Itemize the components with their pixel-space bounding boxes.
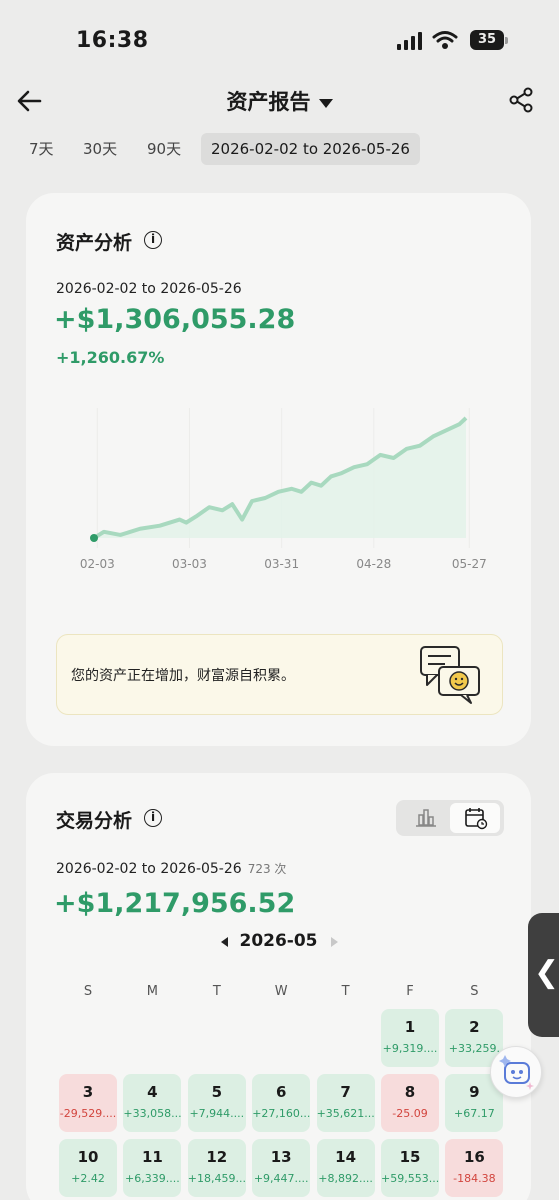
side-panel-handle[interactable]: ❮ <box>528 913 559 1037</box>
trade-date-range: 2026-02-02 to 2026-05-26 723 次 <box>56 860 286 877</box>
notice-text: 您的资产正在增加，财富源自积累。 <box>71 668 295 684</box>
asset-chart: 02-03 03-03 03-31 04-28 05-27 <box>80 408 487 571</box>
status-bar: 16:38 35 <box>0 0 559 80</box>
chevron-left-icon: ❮ <box>534 955 559 990</box>
day-number: 8 <box>404 1083 416 1101</box>
battery-icon: 35 <box>470 30 508 50</box>
calendar-day[interactable]: 8 -25.09 <box>381 1074 439 1132</box>
share-icon[interactable] <box>508 87 534 113</box>
day-pnl: +2.42 <box>71 1172 105 1185</box>
day-pnl: +27,160.... <box>252 1107 311 1120</box>
day-pnl: +9,447.... <box>253 1172 309 1185</box>
day-number: 11 <box>141 1148 163 1166</box>
day-number: 15 <box>399 1148 421 1166</box>
weekday-label: F <box>406 984 414 999</box>
info-icon[interactable]: i <box>144 809 162 827</box>
day-pnl: +18,459.... <box>187 1172 246 1185</box>
day-pnl: +33,058.... <box>123 1107 182 1120</box>
calendar-day[interactable]: 3 -29,529.... <box>59 1074 117 1132</box>
day-pnl: +9,319.... <box>382 1042 438 1055</box>
day-pnl: +59,553.... <box>381 1172 439 1185</box>
chat-bubbles-icon <box>420 646 480 704</box>
calendar-day[interactable]: 6 +27,160.... <box>252 1074 311 1132</box>
day-number: 13 <box>270 1148 292 1166</box>
view-toggle <box>396 800 504 836</box>
calendar-day[interactable]: 11 +6,339.... <box>123 1139 182 1197</box>
day-pnl: +8,892.... <box>318 1172 373 1185</box>
trade-date-range-text: 2026-02-02 to 2026-05-26 <box>56 861 242 877</box>
calendar-day[interactable]: 10 +2.42 <box>59 1139 117 1197</box>
day-number: 3 <box>82 1083 94 1101</box>
weekday-label: T <box>212 984 221 999</box>
weekday-label: S <box>83 984 93 999</box>
day-number: 1 <box>404 1018 416 1036</box>
weekday-label: T <box>341 984 350 999</box>
robot-assistant-icon <box>499 1055 534 1090</box>
assistant-button[interactable] <box>490 1046 542 1098</box>
day-number: 12 <box>206 1148 228 1166</box>
tab-30-days[interactable]: 30天 <box>83 133 117 165</box>
x-tick-label: 03-03 <box>172 557 207 571</box>
x-tick-label: 05-27 <box>452 557 487 571</box>
trade-count: 723 次 <box>247 862 287 876</box>
current-month: 2026-05 <box>239 931 318 951</box>
signal-icon <box>397 32 422 50</box>
calendar-day[interactable]: 5 +7,944.... <box>187 1074 246 1132</box>
day-number: 6 <box>275 1083 287 1101</box>
calendar-view-button[interactable] <box>450 803 500 833</box>
day-number: 10 <box>77 1148 99 1166</box>
day-pnl: +67.17 <box>454 1107 495 1120</box>
range-tabs: 7天 30天 90天 2026-02-02 to 2026-05-26 <box>0 133 559 165</box>
tab-90-days[interactable]: 90天 <box>147 133 181 165</box>
day-number: 5 <box>211 1083 223 1101</box>
calendar-day[interactable]: 7 +35,621.... <box>316 1074 375 1132</box>
trade-analysis-title: 交易分析 <box>56 810 133 832</box>
bar-chart-view-button[interactable] <box>400 803 450 833</box>
calendar-day[interactable]: 16 -184.38 <box>445 1139 504 1197</box>
calendar-day[interactable]: 1 +9,319.... <box>381 1009 439 1067</box>
tab-7-days[interactable]: 7天 <box>29 133 54 165</box>
calendar-day[interactable]: 13 +9,447.... <box>252 1139 311 1197</box>
bar-chart-icon <box>416 809 436 827</box>
weekday-label: S <box>470 984 479 999</box>
day-number: 7 <box>340 1083 351 1101</box>
page-title-dropdown[interactable]: 资产报告 <box>0 86 559 116</box>
status-time: 16:38 <box>76 28 149 53</box>
battery-tip <box>505 37 508 44</box>
calendar-day[interactable]: 14 +8,892.... <box>316 1139 375 1197</box>
day-number: 14 <box>335 1148 357 1166</box>
weekday-label: W <box>274 984 288 999</box>
trade-total: +$1,217,956.52 <box>54 888 296 919</box>
day-number: 4 <box>147 1083 158 1101</box>
asset-analysis-card: 资产分析 i 2026-02-02 to 2026-05-26 +$1,306,… <box>26 193 531 746</box>
day-pnl: -29,529.... <box>59 1107 117 1120</box>
day-pnl: +6,339.... <box>125 1172 180 1185</box>
calendar-day[interactable]: 12 +18,459.... <box>187 1139 246 1197</box>
calendar-day[interactable]: 15 +59,553.... <box>381 1139 439 1197</box>
calendar-day[interactable]: 4 +33,058.... <box>123 1074 182 1132</box>
x-tick-label: 04-28 <box>356 557 391 571</box>
page-title: 资产报告 <box>226 90 311 114</box>
x-tick-label: 02-03 <box>80 557 115 571</box>
calendar-icon <box>465 808 488 830</box>
day-pnl: -184.38 <box>453 1172 496 1185</box>
day-number: 2 <box>469 1018 480 1036</box>
start-point <box>90 534 98 542</box>
wifi-icon <box>432 31 458 49</box>
x-tick-label: 03-31 <box>264 557 299 571</box>
asset-notice: 您的资产正在增加，财富源自积累。 <box>56 634 503 715</box>
dropdown-caret-icon <box>318 98 333 108</box>
tab-custom-range[interactable]: 2026-02-02 to 2026-05-26 <box>201 133 420 165</box>
battery-level: 35 <box>477 32 497 47</box>
day-pnl: -25.09 <box>392 1107 428 1120</box>
trade-analysis-card: 交易分析 i 2026-02-02 to 2026-05-26 723 次 +$… <box>26 773 531 1200</box>
day-number: 16 <box>463 1148 485 1166</box>
weekday-label: M <box>146 984 158 999</box>
day-pnl: +35,621.... <box>316 1107 375 1120</box>
area-fill <box>94 418 466 538</box>
day-pnl: +7,944.... <box>189 1107 245 1120</box>
asset-report-screen: 16:38 35 资产报告 7天 30天 90天 2026-02-02 to 2… <box>0 0 559 1200</box>
next-month-icon[interactable] <box>331 937 338 947</box>
